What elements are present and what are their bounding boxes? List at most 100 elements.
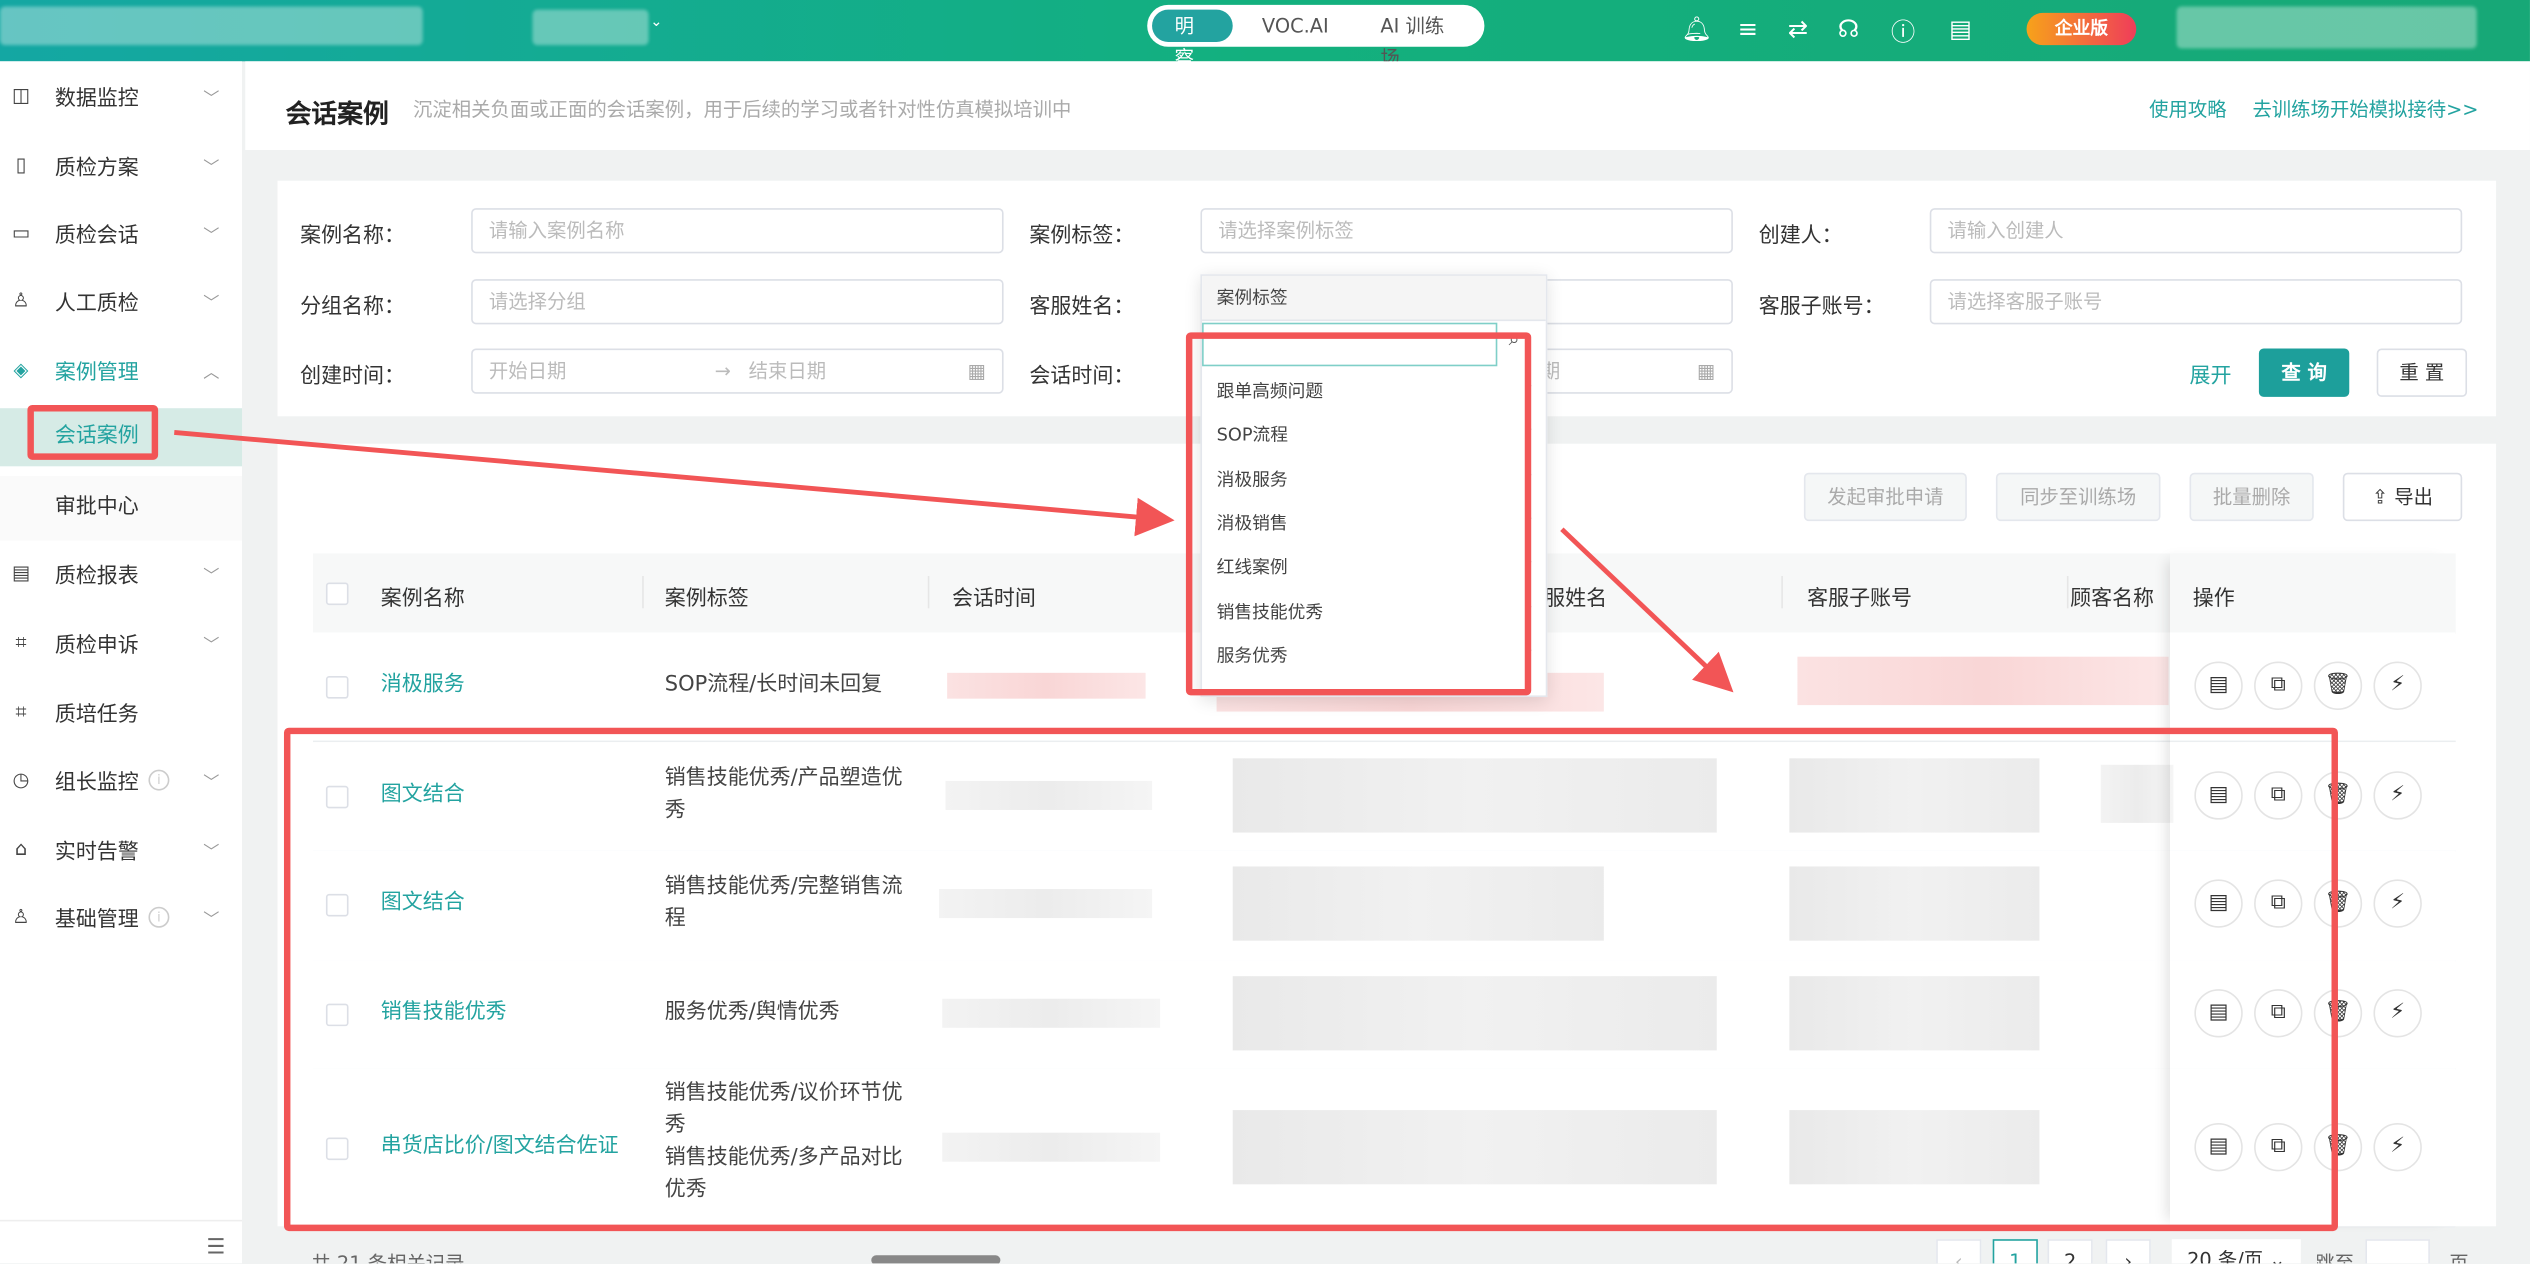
query-button[interactable]: 查 询	[2258, 348, 2350, 397]
lightning-icon: ⚡︎	[2390, 1000, 2406, 1025]
delete-button[interactable]: 🗑︎	[2313, 661, 2363, 710]
detail-button[interactable]: ▤	[2194, 989, 2243, 1038]
delete-button[interactable]: 🗑︎	[2313, 879, 2363, 928]
delete-button[interactable]: 🗑︎	[2313, 771, 2363, 820]
case-tag-select[interactable]: 请选择案例标签	[1200, 208, 1733, 254]
tab-ai-training[interactable]: AI 训练场	[1358, 10, 1480, 70]
case-name-link[interactable]: 销售技能优秀	[381, 997, 507, 1029]
report-icon: ▤	[11, 561, 31, 585]
created-date-range[interactable]: 开始日期 → 结束日期 ▦	[471, 348, 1004, 394]
tag-option[interactable]: 销售技能优秀 ›	[1217, 595, 1533, 625]
comment-button[interactable]: ⧉	[2254, 661, 2303, 710]
menu-icon[interactable]: ≡	[1738, 15, 1758, 44]
chevron-down-icon: ﹀	[203, 910, 220, 929]
agent-account-label: 客服子账号：	[1758, 295, 1885, 320]
lightning-button[interactable]: ⚡︎	[2373, 771, 2422, 820]
table-row: 图文结合 销售技能优秀/完整销售流程	[313, 850, 2456, 962]
page-1-button[interactable]: 1	[1992, 1239, 2038, 1264]
sidebar-item-leader-monitor[interactable]: ◷ 组长监控 i ﹀	[0, 745, 242, 813]
tag-option[interactable]: 服务优秀 ›	[1217, 639, 1533, 668]
detail-button[interactable]: ▤	[2194, 1122, 2243, 1172]
sidebar-item-training-task[interactable]: ⌗ 质培任务	[0, 678, 242, 746]
collapse-sidebar-icon[interactable]: ☰	[207, 1236, 226, 1260]
shop-selector[interactable]	[532, 9, 649, 46]
export-button[interactable]: ⇪ 导出	[2342, 472, 2463, 522]
comment-button[interactable]: ⧉	[2254, 771, 2303, 820]
jump-page-input[interactable]	[2365, 1239, 2430, 1264]
training-link[interactable]: 去训练场开始模拟接待>>	[2252, 95, 2478, 122]
sidebar-item-qc-session[interactable]: ▭ 质检会话 ﹀	[0, 198, 242, 266]
search-icon[interactable]: ⌕	[1509, 328, 1520, 352]
swap-icon[interactable]: ⇄	[1788, 15, 1808, 44]
sidebar-item-qc-appeal[interactable]: ⌗ 质检申诉 ﹀	[0, 608, 242, 676]
tab-mingcha[interactable]: 明察	[1152, 9, 1233, 69]
lightning-button[interactable]: ⚡︎	[2373, 989, 2422, 1038]
detail-button[interactable]: ▤	[2194, 661, 2243, 710]
prev-page-button[interactable]: ‹	[1936, 1239, 1982, 1264]
select-all-checkbox[interactable]	[325, 582, 349, 606]
lightning-button[interactable]: ⚡︎	[2373, 1122, 2422, 1172]
tag-option[interactable]: 消极销售 ›	[1217, 507, 1533, 536]
tag-option[interactable]: SOP流程 ›	[1217, 418, 1533, 447]
sidebar-item-data-monitor[interactable]: ◫ 数据监控 ﹀	[0, 61, 242, 129]
headset-icon[interactable]: ☊	[1838, 15, 1860, 44]
lightning-icon: ⚡︎	[2390, 672, 2406, 698]
clock-icon: ◷	[12, 768, 30, 791]
agent-account-select[interactable]: 请选择客服子账号	[1929, 279, 2463, 325]
bell-icon[interactable]: 🔔︎	[1681, 15, 1712, 44]
request-approval-button[interactable]: 发起审批申请	[1803, 472, 1967, 522]
guide-link[interactable]: 使用攻略	[2149, 95, 2226, 122]
delete-button[interactable]: 🗑︎	[2313, 989, 2363, 1038]
tag-option[interactable]: 消极服务 ›	[1217, 463, 1533, 492]
page-unit-label: 页	[2449, 1249, 2468, 1263]
sidebar-item-qc-plan[interactable]: ▯ 质检方案 ﹀	[0, 131, 242, 199]
tab-voc-ai[interactable]: VOC.AI	[1239, 10, 1351, 42]
chevron-down-icon: ⌄	[650, 14, 663, 31]
detail-button[interactable]: ▤	[2194, 771, 2243, 820]
case-tag: SOP流程/长时间未回复	[664, 672, 883, 698]
tag-option[interactable]: 红线案例 ›	[1217, 550, 1533, 579]
row-checkbox[interactable]	[325, 1137, 349, 1161]
sidebar-item-manual-qc[interactable]: ♙ 人工质检 ﹀	[0, 266, 242, 334]
sidebar-subitem-session-cases[interactable]: 会话案例	[0, 408, 243, 467]
comment-button[interactable]: ⧉	[2254, 1122, 2303, 1172]
row-checkbox[interactable]	[325, 893, 349, 917]
group-select[interactable]: 请选择分组	[471, 279, 1004, 325]
case-name-link[interactable]: 消极服务	[381, 670, 465, 702]
sidebar-item-qc-report[interactable]: ▤ 质检报表 ﹀	[0, 539, 242, 607]
comment-icon: ⧉	[2270, 782, 2286, 807]
document-icon[interactable]: ▤	[1949, 15, 1972, 44]
sidebar-subitem-approval-center[interactable]: 审批中心	[0, 475, 243, 541]
case-tag-label: 案例标签：	[1029, 224, 1135, 249]
user-account[interactable]	[2176, 6, 2477, 49]
reset-button[interactable]: 重 置	[2376, 348, 2468, 397]
row-checkbox[interactable]	[325, 785, 349, 809]
comment-button[interactable]: ⧉	[2254, 879, 2303, 928]
row-checkbox[interactable]	[325, 676, 349, 699]
tag-search-input[interactable]	[1202, 322, 1498, 367]
row-checkbox[interactable]	[325, 1003, 349, 1027]
column-header-case-name: 案例名称	[380, 587, 465, 612]
comment-button[interactable]: ⧉	[2254, 989, 2303, 1038]
sidebar-item-realtime-alert[interactable]: ⌂ 实时告警 ﹀	[0, 815, 242, 883]
batch-delete-button[interactable]: 批量删除	[2189, 472, 2314, 522]
horizontal-scrollbar[interactable]	[871, 1255, 1001, 1264]
case-name-link[interactable]: 串货店比价/图文结合佐证	[381, 1131, 619, 1163]
case-name-link[interactable]: 图文结合	[381, 779, 465, 811]
case-name-link[interactable]: 图文结合	[381, 887, 465, 919]
delete-button[interactable]: 🗑︎	[2313, 1122, 2363, 1172]
lightning-button[interactable]: ⚡︎	[2373, 661, 2422, 710]
case-name-input[interactable]: 请输入案例名称	[471, 208, 1004, 254]
help-icon[interactable]: ⓘ	[1891, 15, 1915, 49]
detail-button[interactable]: ▤	[2194, 879, 2243, 928]
page-2-button[interactable]: 2	[2047, 1239, 2093, 1264]
creator-input[interactable]: 请输入创建人	[1929, 208, 2463, 254]
next-page-button[interactable]: ›	[2105, 1239, 2151, 1264]
sidebar-item-basic-management[interactable]: ♙ 基础管理 i ﹀	[0, 883, 242, 951]
sidebar-item-case-management[interactable]: ◈ 案例管理 ︿	[0, 336, 242, 404]
page-size-select[interactable]: 20 条/页 ⌄	[2171, 1239, 2301, 1264]
tag-option[interactable]: 跟单高频问题 ›	[1217, 374, 1533, 404]
lightning-button[interactable]: ⚡︎	[2373, 879, 2422, 928]
sync-training-button[interactable]: 同步至训练场	[1995, 472, 2161, 522]
expand-link[interactable]: 展开	[2190, 358, 2232, 389]
